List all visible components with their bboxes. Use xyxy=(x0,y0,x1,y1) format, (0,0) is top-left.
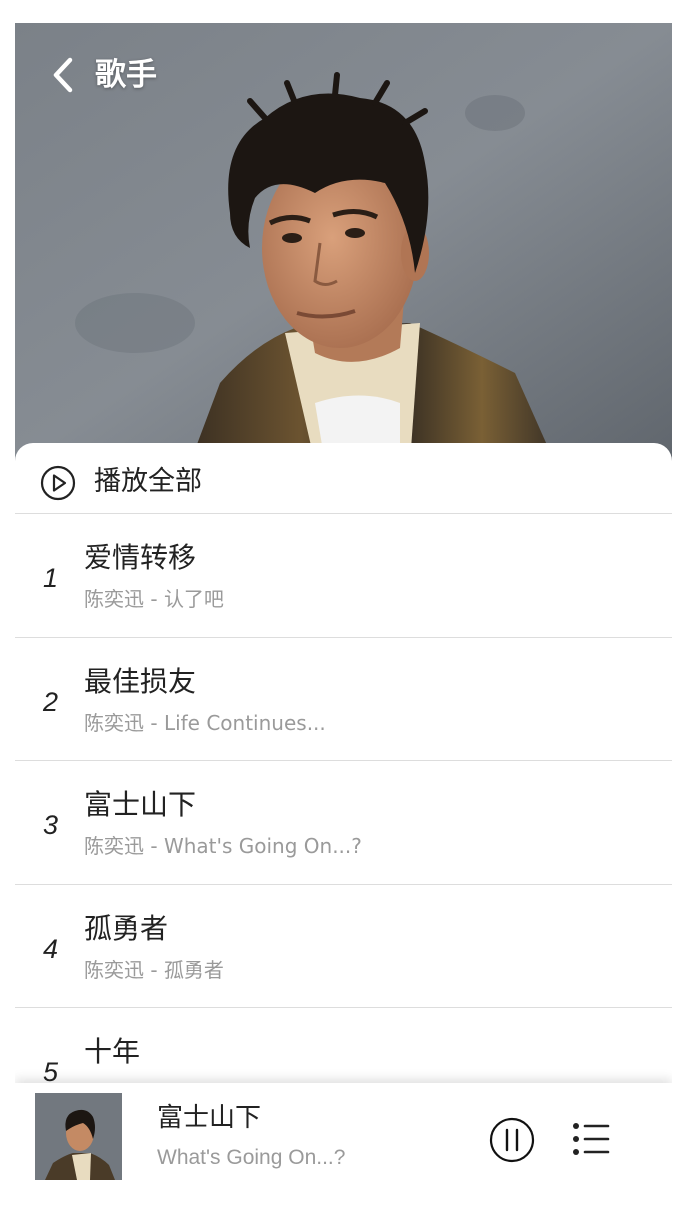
cover-image xyxy=(35,1093,122,1180)
song-album: Life Continues... xyxy=(163,710,326,735)
song-title: 爱情转移 xyxy=(84,541,197,574)
song-artist: 陈奕迅 xyxy=(84,834,144,858)
song-album: What's Going On...? xyxy=(163,834,362,858)
song-title: 十年 xyxy=(84,1035,141,1068)
play-all-label: 播放全部 xyxy=(94,466,202,497)
song-separator: - xyxy=(144,834,164,858)
song-row[interactable]: 3 富士山下 陈奕迅 - What's Going On...? xyxy=(15,761,672,885)
playlist-icon xyxy=(573,1123,610,1155)
artist-hero: 歌手 xyxy=(15,23,672,463)
song-index: 1 xyxy=(43,563,59,593)
song-separator: - xyxy=(144,957,164,982)
song-title: 最佳损友 xyxy=(84,664,197,698)
pause-circle-icon xyxy=(489,1117,535,1163)
song-title: 富士山下 xyxy=(84,788,197,821)
song-meta: 陈奕迅 - 孤勇者 xyxy=(84,956,224,984)
song-index: 4 xyxy=(43,933,59,964)
song-artist: 陈奕迅 xyxy=(84,957,144,982)
song-row[interactable]: 2 最佳损友 陈奕迅 - Life Continues... xyxy=(15,638,672,761)
mini-player[interactable]: 富士山下 What's Going On...? xyxy=(15,1083,672,1191)
playlist-button[interactable] xyxy=(572,1121,610,1161)
song-album: 孤勇者 xyxy=(163,957,224,982)
player-song-subtitle: What's Going On...? xyxy=(157,1146,346,1169)
play-all-button[interactable]: 播放全部 xyxy=(15,443,672,514)
song-row[interactable]: 4 孤勇者 陈奕迅 - 孤勇者 xyxy=(15,885,672,1008)
song-artist: 陈奕迅 xyxy=(84,710,144,735)
song-meta: 陈奕迅 - 认了吧 xyxy=(84,585,224,613)
song-row[interactable]: 1 爱情转移 陈奕迅 - 认了吧 xyxy=(15,514,672,638)
song-artist: 陈奕迅 xyxy=(84,587,144,611)
song-index: 3 xyxy=(43,810,59,840)
song-separator: - xyxy=(144,710,164,735)
song-meta: 陈奕迅 - What's Going On...? xyxy=(84,832,362,860)
pause-button[interactable] xyxy=(489,1117,535,1167)
song-album: 认了吧 xyxy=(163,587,224,611)
song-index: 2 xyxy=(43,686,59,717)
play-circle-icon xyxy=(40,465,76,501)
song-separator: - xyxy=(144,587,164,611)
player-song-title: 富士山下 xyxy=(157,1103,262,1133)
chevron-left-icon xyxy=(53,57,73,93)
song-list-sheet: 播放全部 1 爱情转移 陈奕迅 - 认了吧 2 最佳损友 陈奕迅 - Life … xyxy=(15,443,672,1191)
app-screen: 歌手 播放全部 1 爱情转移 陈奕迅 - 认了吧 2 最佳损友 陈奕迅 - Li… xyxy=(15,23,672,1191)
song-meta: 陈奕迅 - Life Continues... xyxy=(84,709,326,737)
back-button[interactable] xyxy=(43,53,83,97)
player-cover-art[interactable] xyxy=(35,1093,122,1180)
song-title: 孤勇者 xyxy=(84,911,169,945)
page-title: 歌手 xyxy=(95,57,157,93)
song-list: 1 爱情转移 陈奕迅 - 认了吧 2 最佳损友 陈奕迅 - Life Conti… xyxy=(15,514,672,1132)
